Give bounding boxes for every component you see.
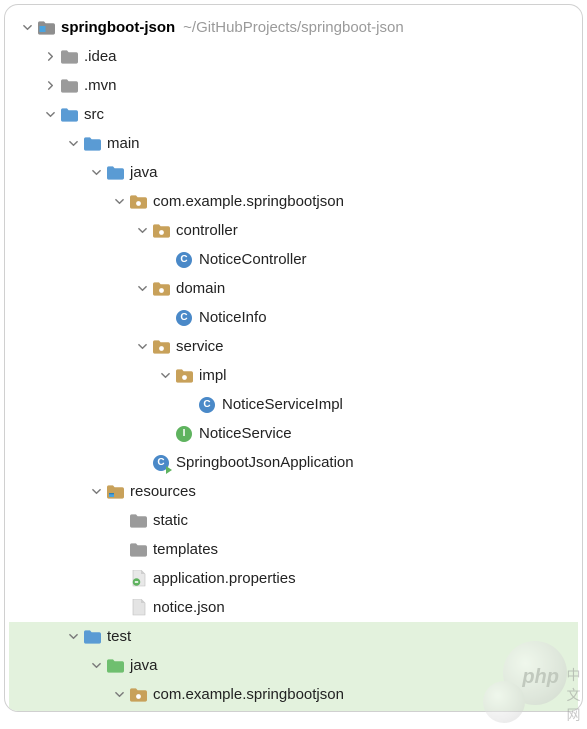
chevron-down-icon[interactable]: [88, 484, 104, 500]
tree-row[interactable]: java: [9, 158, 578, 187]
tree-row[interactable]: templates: [9, 535, 578, 564]
folder-gray-icon: [60, 77, 78, 95]
tree-node-label: notice.json: [153, 599, 225, 616]
class-icon: C: [175, 309, 193, 327]
tree-row[interactable]: src: [9, 100, 578, 129]
chevron-down-icon[interactable]: [88, 658, 104, 674]
folder-blue-icon: [83, 628, 101, 646]
chevron-down-icon[interactable]: [134, 223, 150, 239]
chevron-right-icon[interactable]: [42, 49, 58, 65]
chevron-down-icon[interactable]: [42, 107, 58, 123]
json-file-icon: [129, 599, 147, 617]
class-run-icon: C: [152, 454, 170, 472]
tree-node-label: application.properties: [153, 570, 296, 587]
tree-node-label: NoticeService: [199, 425, 292, 442]
chevron-down-icon[interactable]: [65, 136, 81, 152]
tree-row[interactable]: controller: [9, 216, 578, 245]
tree-node-label: static: [153, 512, 188, 529]
tree-node-label: src: [84, 106, 104, 123]
tree-row[interactable]: CSpringbootJsonApplicationTests: [9, 709, 578, 712]
tree-node-label: controller: [176, 222, 238, 239]
tree-node-label: templates: [153, 541, 218, 558]
resources-icon: [106, 483, 124, 501]
tree-row[interactable]: C NoticeServiceImpl: [9, 390, 578, 419]
tree-row[interactable]: I NoticeService: [9, 419, 578, 448]
chevron-down-icon[interactable]: [111, 194, 127, 210]
tree-row[interactable]: .idea: [9, 42, 578, 71]
tree-node-label: com.example.springbootjson: [153, 193, 344, 210]
chevron-down-icon[interactable]: [157, 368, 173, 384]
tree-row[interactable]: domain: [9, 274, 578, 303]
class-icon: C: [198, 396, 216, 414]
tree-row[interactable]: static: [9, 506, 578, 535]
tree-node-label: NoticeController: [199, 251, 307, 268]
folder-green-icon: [106, 657, 124, 675]
chevron-down-icon[interactable]: [19, 20, 35, 36]
folder-gray-icon: [129, 512, 147, 530]
tree-node-label: test: [107, 628, 131, 645]
folder-gray-icon: [60, 48, 78, 66]
tree-node-label: main: [107, 135, 140, 152]
folder-blue-icon: [83, 135, 101, 153]
tree-row[interactable]: impl: [9, 361, 578, 390]
tree-node-label: NoticeInfo: [199, 309, 267, 326]
tree-row[interactable]: notice.json: [9, 593, 578, 622]
package-icon: [152, 280, 170, 298]
tree-node-label: SpringbootJsonApplication: [176, 454, 354, 471]
tree-node-label: NoticeServiceImpl: [222, 396, 343, 413]
tree-row[interactable]: springboot-json ~/GitHubProjects/springbo…: [9, 13, 578, 42]
tree-node-label: java: [130, 164, 158, 181]
properties-icon: [129, 570, 147, 588]
package-icon: [175, 367, 193, 385]
tree-node-label: .idea: [84, 48, 117, 65]
tree-node-label: impl: [199, 367, 227, 384]
package-icon: [152, 338, 170, 356]
tree-node-label: resources: [130, 483, 196, 500]
tree-row[interactable]: C NoticeInfo: [9, 303, 578, 332]
chevron-down-icon[interactable]: [134, 281, 150, 297]
interface-icon: I: [175, 425, 193, 443]
class-icon: C: [175, 251, 193, 269]
tree-node-label: .mvn: [84, 77, 117, 94]
tree-row[interactable]: application.properties: [9, 564, 578, 593]
tree-row[interactable]: resources: [9, 477, 578, 506]
folder-gray-icon: [129, 541, 147, 559]
module-icon: [37, 19, 55, 37]
project-tree[interactable]: springboot-json ~/GitHubProjects/springbo…: [9, 13, 578, 712]
chevron-down-icon[interactable]: [65, 629, 81, 645]
chevron-down-icon[interactable]: [88, 165, 104, 181]
tree-node-label: service: [176, 338, 224, 355]
package-icon: [129, 193, 147, 211]
tree-row[interactable]: C SpringbootJsonApplication: [9, 448, 578, 477]
tree-node-label: domain: [176, 280, 225, 297]
project-tree-panel: springboot-json ~/GitHubProjects/springbo…: [4, 4, 583, 712]
tree-row[interactable]: test: [9, 622, 578, 651]
tree-row[interactable]: C NoticeController: [9, 245, 578, 274]
tree-row[interactable]: main: [9, 129, 578, 158]
tree-row[interactable]: service: [9, 332, 578, 361]
folder-blue-icon: [106, 164, 124, 182]
package-icon: [129, 686, 147, 704]
tree-node-label: java: [130, 657, 158, 674]
tree-row[interactable]: java: [9, 651, 578, 680]
chevron-right-icon[interactable]: [42, 78, 58, 94]
tree-node-label: springboot-json: [61, 19, 175, 36]
chevron-down-icon[interactable]: [111, 687, 127, 703]
tree-node-label: com.example.springbootjson: [153, 686, 344, 703]
tree-row[interactable]: com.example.springbootjson: [9, 187, 578, 216]
tree-row[interactable]: .mvn: [9, 71, 578, 100]
chevron-down-icon[interactable]: [134, 339, 150, 355]
tree-node-hint: ~/GitHubProjects/springboot-json: [183, 19, 404, 36]
tree-row[interactable]: com.example.springbootjson: [9, 680, 578, 709]
package-icon: [152, 222, 170, 240]
folder-blue-icon: [60, 106, 78, 124]
